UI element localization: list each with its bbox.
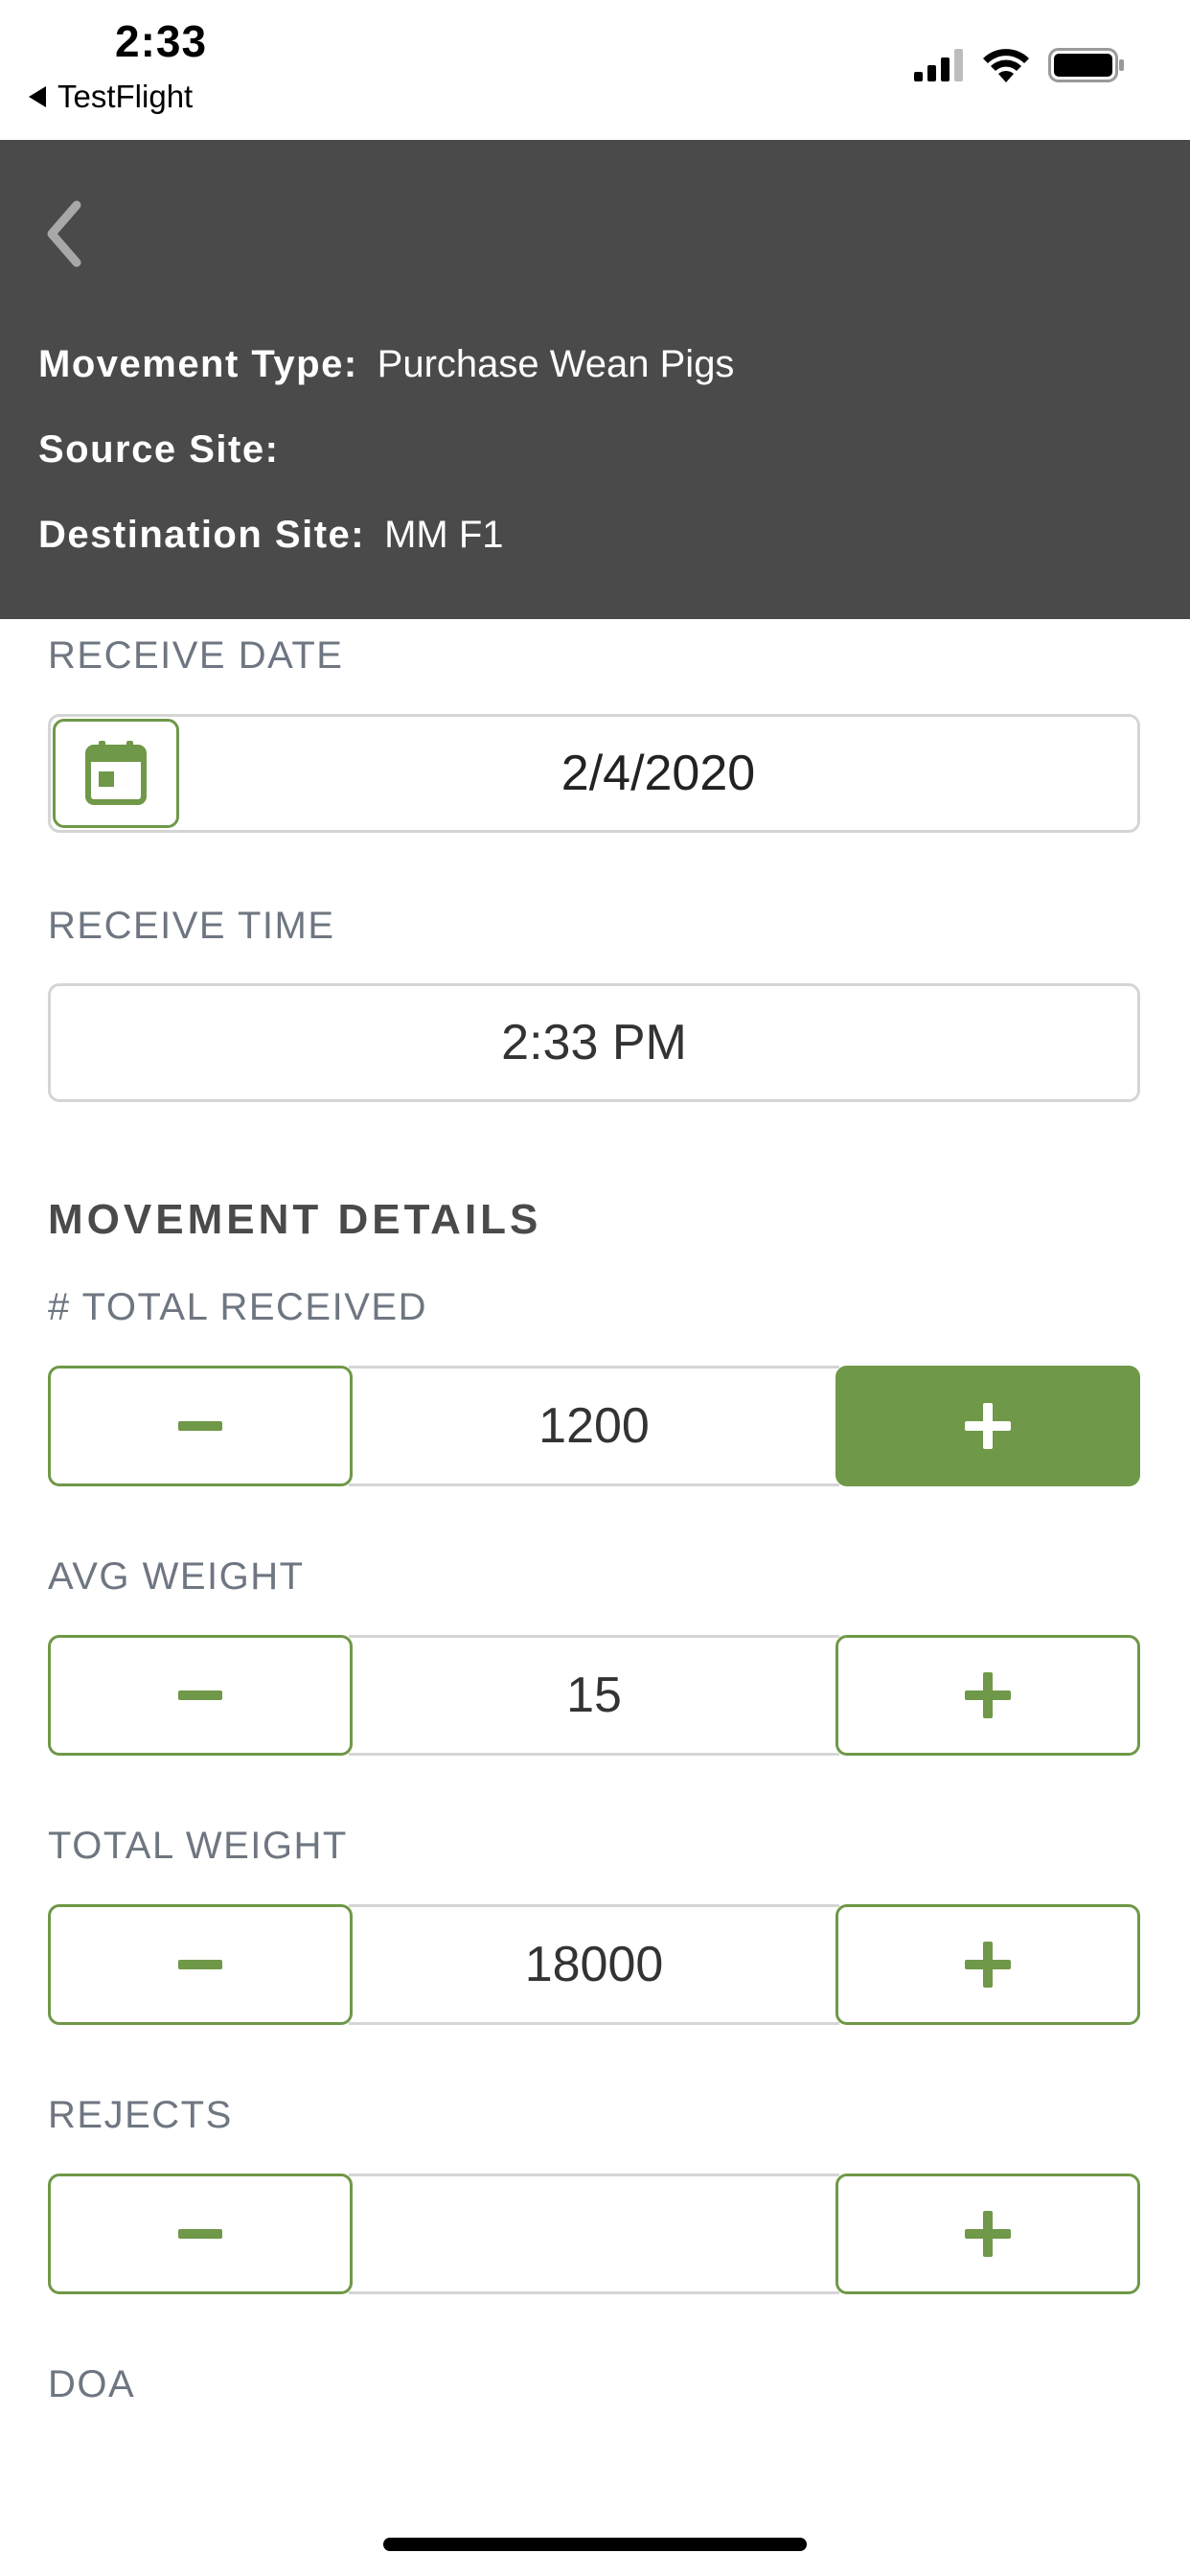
back-chevron-icon[interactable] [38, 196, 96, 272]
status-bar: 2:33 TestFlight [0, 0, 1190, 140]
avg-weight-stepper: 15 [48, 1635, 1140, 1756]
back-app-label: TestFlight [57, 79, 194, 114]
minus-icon [178, 1690, 222, 1700]
total-received-stepper: 1200 [48, 1366, 1140, 1486]
status-time: 2:33 [115, 16, 208, 66]
battery-icon [1048, 48, 1124, 82]
receive-time-label: RECEIVE TIME [48, 905, 335, 947]
avg-weight-increment-button[interactable] [835, 1635, 1140, 1756]
movement-type-label: Movement Type: [38, 343, 358, 385]
receive-date-label: RECEIVE DATE [48, 634, 344, 677]
source-site-row: Source Site: [38, 428, 298, 472]
movement-header: Movement Type: Purchase Wean Pigs Source… [0, 140, 1190, 619]
status-icons [914, 48, 1125, 82]
receive-date-value: 2/4/2020 [561, 746, 756, 801]
rejects-stepper [48, 2174, 1140, 2294]
minus-icon [178, 1421, 222, 1431]
total-received-decrement-button[interactable] [48, 1366, 353, 1486]
avg-weight-label: AVG WEIGHT [48, 1555, 305, 1598]
rejects-increment-button[interactable] [835, 2174, 1140, 2294]
total-weight-increment-button[interactable] [835, 1904, 1140, 2025]
total-weight-input[interactable]: 18000 [349, 1904, 839, 2025]
plus-icon [965, 1672, 1011, 1718]
calendar-button[interactable] [53, 719, 179, 828]
calendar-icon [85, 741, 147, 805]
plus-icon [965, 1942, 1011, 1988]
rejects-decrement-button[interactable] [48, 2174, 353, 2294]
doa-label: DOA [48, 2363, 136, 2405]
rejects-input[interactable] [349, 2174, 839, 2294]
destination-site-row: Destination Site: MM F1 [38, 514, 504, 557]
back-triangle-icon [29, 86, 46, 107]
total-weight-decrement-button[interactable] [48, 1904, 353, 2025]
movement-type-row: Movement Type: Purchase Wean Pigs [38, 343, 734, 386]
total-weight-label: TOTAL WEIGHT [48, 1825, 348, 1867]
destination-site-label: Destination Site: [38, 514, 366, 556]
total-received-increment-button[interactable] [835, 1366, 1140, 1486]
receive-time-field[interactable]: 2:33 PM [48, 983, 1140, 1102]
destination-site-value: MM F1 [384, 514, 504, 556]
total-weight-stepper: 18000 [48, 1904, 1140, 2025]
avg-weight-input[interactable]: 15 [349, 1635, 839, 1756]
movement-details-heading: MOVEMENT DETAILS [48, 1196, 542, 1243]
cellular-signal-icon [914, 49, 963, 81]
wifi-icon [983, 49, 1029, 82]
movement-type-value: Purchase Wean Pigs [377, 343, 735, 385]
rejects-label: REJECTS [48, 2094, 233, 2136]
receive-date-field[interactable]: 2/4/2020 [48, 714, 1140, 833]
total-received-input[interactable]: 1200 [349, 1366, 839, 1486]
home-indicator[interactable] [383, 2538, 807, 2551]
plus-icon [965, 2211, 1011, 2257]
source-site-label: Source Site: [38, 428, 280, 471]
minus-icon [178, 1960, 222, 1969]
total-received-label: # TOTAL RECEIVED [48, 1286, 427, 1328]
back-to-testflight-link[interactable]: TestFlight [29, 79, 193, 115]
bottom-safe-area [0, 2434, 1190, 2576]
avg-weight-decrement-button[interactable] [48, 1635, 353, 1756]
minus-icon [178, 2229, 222, 2239]
plus-icon [965, 1403, 1011, 1449]
